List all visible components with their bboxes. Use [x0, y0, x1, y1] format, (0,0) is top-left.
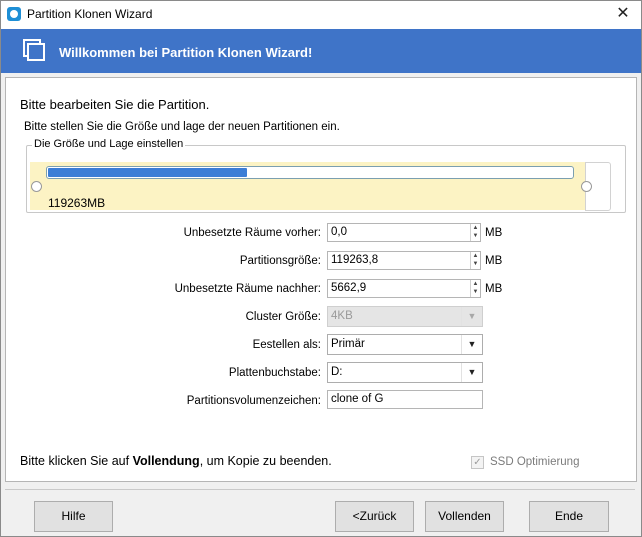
space-after-unit: MB — [485, 283, 503, 295]
copy-icon — [23, 39, 45, 61]
space-after-value: 5662,9 — [331, 282, 367, 294]
partition-bar-fill — [48, 168, 247, 177]
spin-up-icon[interactable]: ▲ — [471, 252, 480, 260]
cluster-size-label: Cluster Größe: — [245, 311, 321, 323]
checkbox-check-icon[interactable]: ✓ — [471, 456, 484, 469]
spin-down-icon[interactable]: ▼ — [471, 288, 480, 296]
close-button[interactable]: ✕ — [605, 1, 641, 29]
finish-instruction-bold: Vollendung — [132, 454, 200, 468]
partition-left-handle[interactable] — [31, 181, 42, 192]
drive-letter-label: Plattenbuchstabe: — [228, 367, 321, 379]
help-button[interactable]: Hilfe — [34, 501, 113, 532]
end-button[interactable]: Ende — [529, 501, 609, 532]
partition-size-input[interactable]: 119263,8 ▲ ▼ — [327, 251, 481, 270]
create-as-select[interactable]: Primär ▼ — [327, 334, 483, 355]
group-label: Die Größe und Lage einstellen — [32, 138, 186, 150]
wizard-window: Partition Klonen Wizard ✕ Willkommen bei… — [0, 0, 642, 537]
spin-down-icon[interactable]: ▼ — [471, 260, 480, 268]
finish-button[interactable]: Vollenden — [425, 501, 504, 532]
partition-size-field-label: Partitionsgröße: — [239, 255, 321, 267]
finish-instruction-suffix: , um Kopie zu beenden. — [199, 454, 332, 468]
space-after-spinner[interactable]: ▲ ▼ — [470, 280, 480, 297]
partition-size-label: 119263MB — [48, 196, 106, 210]
chevron-down-icon[interactable]: ▼ — [461, 335, 482, 354]
ssd-optimization-label: SSD Optimierung — [490, 456, 580, 468]
app-icon — [7, 7, 21, 21]
cluster-size-value: 4KB — [331, 310, 353, 322]
spin-up-icon[interactable]: ▲ — [471, 224, 480, 232]
finish-instruction: Bitte klicken Sie auf Vollendung, um Kop… — [20, 454, 332, 468]
chevron-down-icon: ▼ — [461, 307, 482, 326]
partition-right-handle[interactable] — [581, 181, 592, 192]
spin-up-icon[interactable]: ▲ — [471, 280, 480, 288]
wizard-banner: Willkommen bei Partition Klonen Wizard! — [1, 29, 641, 73]
page-heading: Bitte bearbeiten Sie die Partition. — [20, 97, 210, 112]
partition-size-unit: MB — [485, 255, 503, 267]
space-before-value: 0,0 — [331, 226, 347, 238]
page-subheading: Bitte stellen Sie die Größe und lage der… — [24, 121, 340, 133]
chevron-down-icon[interactable]: ▼ — [461, 363, 482, 382]
space-after-input[interactable]: 5662,9 ▲ ▼ — [327, 279, 481, 298]
spin-down-icon[interactable]: ▼ — [471, 232, 480, 240]
window-title: Partition Klonen Wizard — [27, 7, 153, 21]
create-as-value: Primär — [331, 338, 365, 350]
drive-letter-select[interactable]: D: ▼ — [327, 362, 483, 383]
space-before-input[interactable]: 0,0 ▲ ▼ — [327, 223, 481, 242]
space-before-unit: MB — [485, 227, 503, 239]
space-after-label: Unbesetzte Räume nachher: — [174, 283, 321, 295]
back-button[interactable]: <Zurück — [335, 501, 414, 532]
cluster-size-select: 4KB ▼ — [327, 306, 483, 327]
partition-bar[interactable] — [46, 166, 574, 179]
finish-instruction-prefix: Bitte klicken Sie auf — [20, 454, 133, 468]
volume-label-input[interactable]: clone of G — [327, 390, 483, 409]
partition-size-spinner[interactable]: ▲ ▼ — [470, 252, 480, 269]
volume-label-label: Partitionsvolumenzeichen: — [186, 395, 321, 407]
content-panel: Bitte bearbeiten Sie die Partition. Bitt… — [5, 77, 637, 482]
drive-letter-value: D: — [331, 366, 343, 378]
create-as-label: Eestellen als: — [252, 339, 321, 351]
space-before-spinner[interactable]: ▲ ▼ — [470, 224, 480, 241]
space-before-label: Unbesetzte Räume vorher: — [183, 227, 321, 239]
partition-size-value: 119263,8 — [331, 254, 379, 266]
title-bar: Partition Klonen Wizard ✕ — [1, 1, 641, 29]
volume-label-value: clone of G — [331, 393, 384, 405]
banner-title: Willkommen bei Partition Klonen Wizard! — [59, 45, 313, 60]
footer-divider — [5, 489, 635, 490]
